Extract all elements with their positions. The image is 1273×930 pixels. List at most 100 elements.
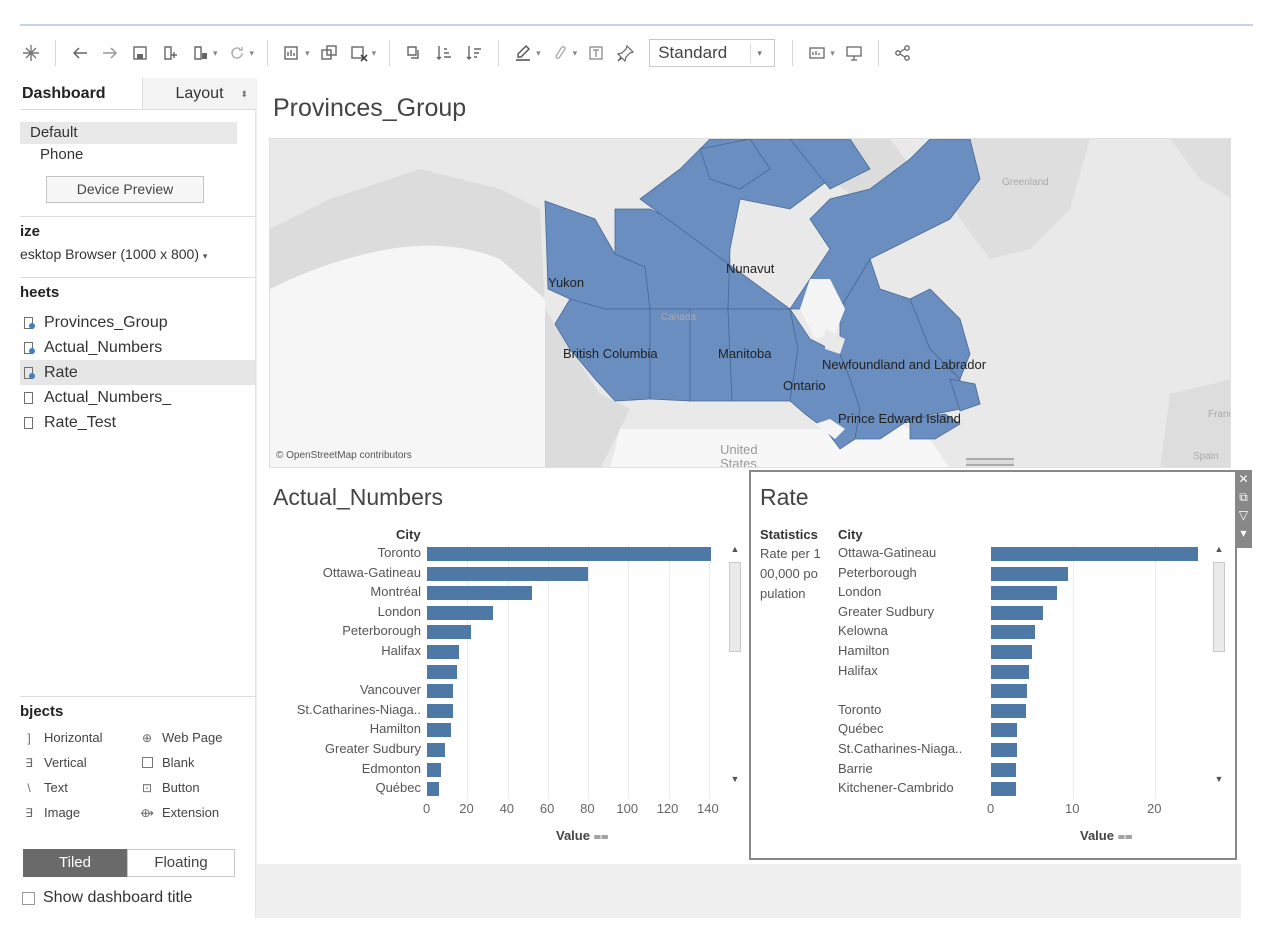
bar[interactable] [991,782,1016,797]
new-datasource-icon[interactable] [159,39,181,67]
pause-updates-icon[interactable] [189,39,211,67]
category-label[interactable]: Québec [838,721,884,736]
category-label[interactable]: Halifax [838,663,878,678]
category-label[interactable]: St.Catharines-Niaga.. [838,741,962,756]
category-label[interactable]: Greater Sudbury [325,741,421,756]
bar[interactable] [427,743,446,757]
category-label[interactable]: Peterborough [342,623,421,638]
bar[interactable] [427,684,454,699]
category-label[interactable]: Kitchener-Cambrido [838,780,954,795]
size-select[interactable]: esktop Browser (1000 x 800) ▾ [20,243,255,265]
bar[interactable] [427,782,440,797]
category-label[interactable]: London [378,604,421,619]
bar[interactable] [991,645,1032,659]
sheet-item-rate-test[interactable]: Rate_Test [20,410,255,435]
category-label[interactable]: Greater Sudbury [838,604,934,619]
dropdown-arrow-icon[interactable]: ▾ [250,48,255,59]
dropdown-arrow-icon[interactable]: ▾ [305,48,310,59]
swap-rows-columns-icon[interactable] [403,39,425,67]
share-icon[interactable] [892,39,914,67]
bar[interactable] [427,605,494,620]
bar[interactable] [427,723,452,738]
category-label[interactable]: Halifax [381,643,421,658]
object-extension[interactable]: ⟴ Extension [138,802,256,823]
use-as-filter-icon[interactable]: ▽ [1235,506,1252,524]
category-label[interactable]: Peterborough [838,565,917,580]
new-worksheet-icon[interactable] [281,39,303,67]
object-web-page[interactable]: ⊕ Web Page [138,727,256,748]
object-image[interactable]: ∃ Image [20,802,138,823]
clear-sheet-icon[interactable] [348,39,370,67]
object-blank[interactable]: Blank [138,752,256,773]
bar[interactable] [427,547,711,561]
category-label[interactable]: Barrie [838,761,873,776]
show-labels-icon[interactable] [585,39,607,67]
tiled-button[interactable]: Tiled [23,849,127,877]
category-label[interactable]: Vancouver [360,682,421,697]
redo-icon[interactable] [99,39,121,67]
bar[interactable] [991,664,1029,679]
dropdown-arrow-icon[interactable]: ▾ [830,48,835,59]
device-default[interactable]: Default [20,122,237,144]
object-text[interactable]: \ Text [20,777,138,798]
show-cards-icon[interactable] [806,39,828,67]
object-horizontal[interactable]: ] Horizontal [20,727,138,748]
category-label[interactable]: Kelowna [838,623,888,638]
bar[interactable] [991,586,1057,601]
bar[interactable] [991,684,1028,699]
fix-axes-icon[interactable] [615,39,637,67]
scroll-up-icon[interactable]: ▲ [1211,544,1227,554]
presentation-mode-icon[interactable] [843,39,865,67]
category-label[interactable]: Toronto [838,702,881,717]
device-phone[interactable]: Phone [20,144,255,166]
bar[interactable] [991,605,1044,620]
more-options-icon[interactable]: ▾ [1235,524,1252,542]
bar[interactable] [991,743,1018,757]
provinces-map[interactable]: Yukon Nunavut Canada British Columbia Ma… [269,138,1231,468]
category-label[interactable]: St.Catharines-Niaga.. [297,702,421,717]
go-to-sheet-icon[interactable]: ⧉ [1235,488,1252,506]
remove-icon[interactable]: ✕ [1235,470,1252,488]
category-label[interactable]: Montréal [370,584,421,599]
bar[interactable] [991,762,1017,777]
bar[interactable] [427,566,589,581]
category-label[interactable]: Ottawa-Gatineau [323,565,421,580]
scroll-thumb[interactable] [1213,562,1225,652]
object-vertical[interactable]: ∃ Vertical [20,752,138,773]
fit-select[interactable]: Standard ▾ [649,39,776,67]
sort-icon[interactable]: ⩵ [594,828,609,843]
category-label[interactable]: Ottawa-Gatineau [838,545,936,560]
save-icon[interactable] [129,39,151,67]
dropdown-arrow-icon[interactable]: ▾ [536,48,541,59]
bar[interactable] [991,625,1036,640]
scroll-down-icon[interactable]: ▼ [727,774,743,784]
category-label[interactable]: Edmonton [362,761,421,776]
rate-scrollbar[interactable]: ▲ ▼ [1211,544,1227,789]
category-label[interactable]: Hamilton [370,721,421,736]
sort-descending-icon[interactable] [463,39,485,67]
sort-ascending-icon[interactable] [433,39,455,67]
show-dashboard-title-option[interactable]: Show dashboard title [20,889,256,907]
rate-axis-title[interactable]: Value ⩵ [1080,828,1133,844]
device-preview-button[interactable]: Device Preview [46,176,204,203]
scroll-thumb[interactable] [729,562,741,652]
bar[interactable] [427,762,442,777]
sheet-item-actual-numbers[interactable]: Actual_Numbers [20,335,255,360]
sheet-item-rate[interactable]: Rate [20,360,255,385]
refresh-icon[interactable] [226,39,248,67]
category-label[interactable]: London [838,584,881,599]
bar[interactable] [991,723,1018,738]
floating-button[interactable]: Floating [127,849,235,877]
bar[interactable] [991,703,1027,718]
group-members-icon[interactable] [549,39,571,67]
duplicate-sheet-icon[interactable] [318,39,340,67]
highlight-icon[interactable] [512,39,534,67]
bar[interactable] [991,547,1198,561]
zone-resize-handle[interactable] [966,458,1014,466]
actual-numbers-axis-title[interactable]: Value ⩵ [556,828,609,844]
bar[interactable] [427,664,458,679]
tableau-logo-icon[interactable] [20,39,42,67]
sheet-item-actual-numbers-2[interactable]: Actual_Numbers_ [20,385,255,410]
category-label[interactable]: Toronto [378,545,421,560]
category-label[interactable]: Québec [375,780,421,795]
